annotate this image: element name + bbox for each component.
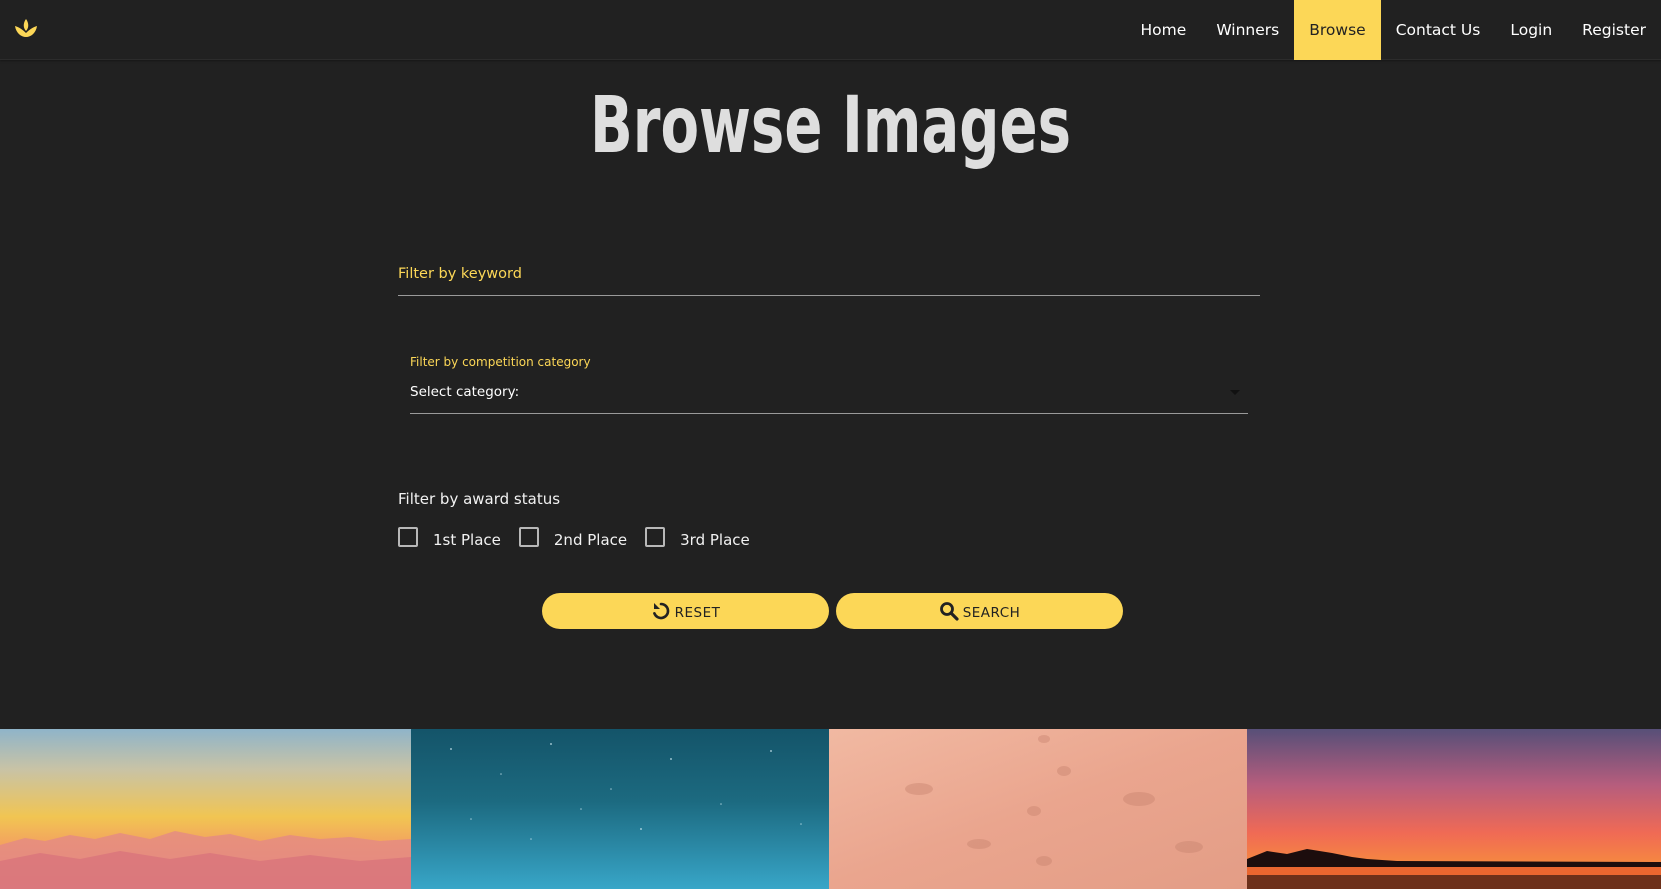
lotus-icon[interactable] [12,15,40,43]
navbar: Home Winners Browse Contact Us Login Reg… [0,0,1661,60]
search-button-label: SEARCH [962,604,1021,621]
nav-link-register[interactable]: Register [1567,0,1661,60]
category-label: Filter by competition category [410,355,591,369]
category-selected-value: Select category: [410,384,520,400]
caret-down-icon [1230,390,1240,395]
category-select[interactable]: Select category: [410,376,1248,414]
checkbox-3rd-place[interactable] [645,526,666,547]
page-title: Browse Images [589,81,1072,171]
award-option-label: 3rd Place [680,531,750,549]
nav-link-home[interactable]: Home [1126,0,1202,60]
gallery-image-sunset-mountains[interactable] [0,729,411,889]
gallery-image-starry-sky[interactable] [411,729,829,889]
undo-icon [652,602,669,620]
nav-link-login[interactable]: Login [1495,0,1567,60]
shoreline-silhouette [1247,849,1661,889]
gallery-image-lake-sunset[interactable] [1247,729,1661,889]
reset-button[interactable]: RESET [542,593,829,629]
award-option-label: 1st Place [433,531,501,549]
award-option-2nd[interactable]: 2nd Place [518,526,628,549]
checkbox-2nd-place[interactable] [518,526,539,547]
footprints-overlay [905,735,1203,866]
nav-link-contact-us[interactable]: Contact Us [1381,0,1496,60]
nav-link-browse[interactable]: Browse [1294,0,1381,60]
keyword-filter [398,258,1260,296]
reset-button-label: RESET [674,604,721,621]
award-option-3rd[interactable]: 3rd Place [645,526,750,549]
nav-links: Home Winners Browse Contact Us Login Reg… [1126,0,1661,60]
award-options: 1st Place 2nd Place 3rd Place [398,525,768,551]
image-gallery [0,729,1661,889]
nav-link-winners[interactable]: Winners [1201,0,1294,60]
award-option-1st[interactable]: 1st Place [398,526,501,549]
keyword-input[interactable] [398,258,1260,290]
search-icon [939,602,959,621]
gallery-image-footprints-sand[interactable] [829,729,1247,889]
award-status-label: Filter by award status [398,490,561,508]
mountains-silhouette [0,831,411,889]
search-button[interactable]: SEARCH [836,593,1123,629]
stars-overlay [450,743,802,840]
checkbox-1st-place[interactable] [398,526,418,547]
award-option-label: 2nd Place [553,531,628,549]
